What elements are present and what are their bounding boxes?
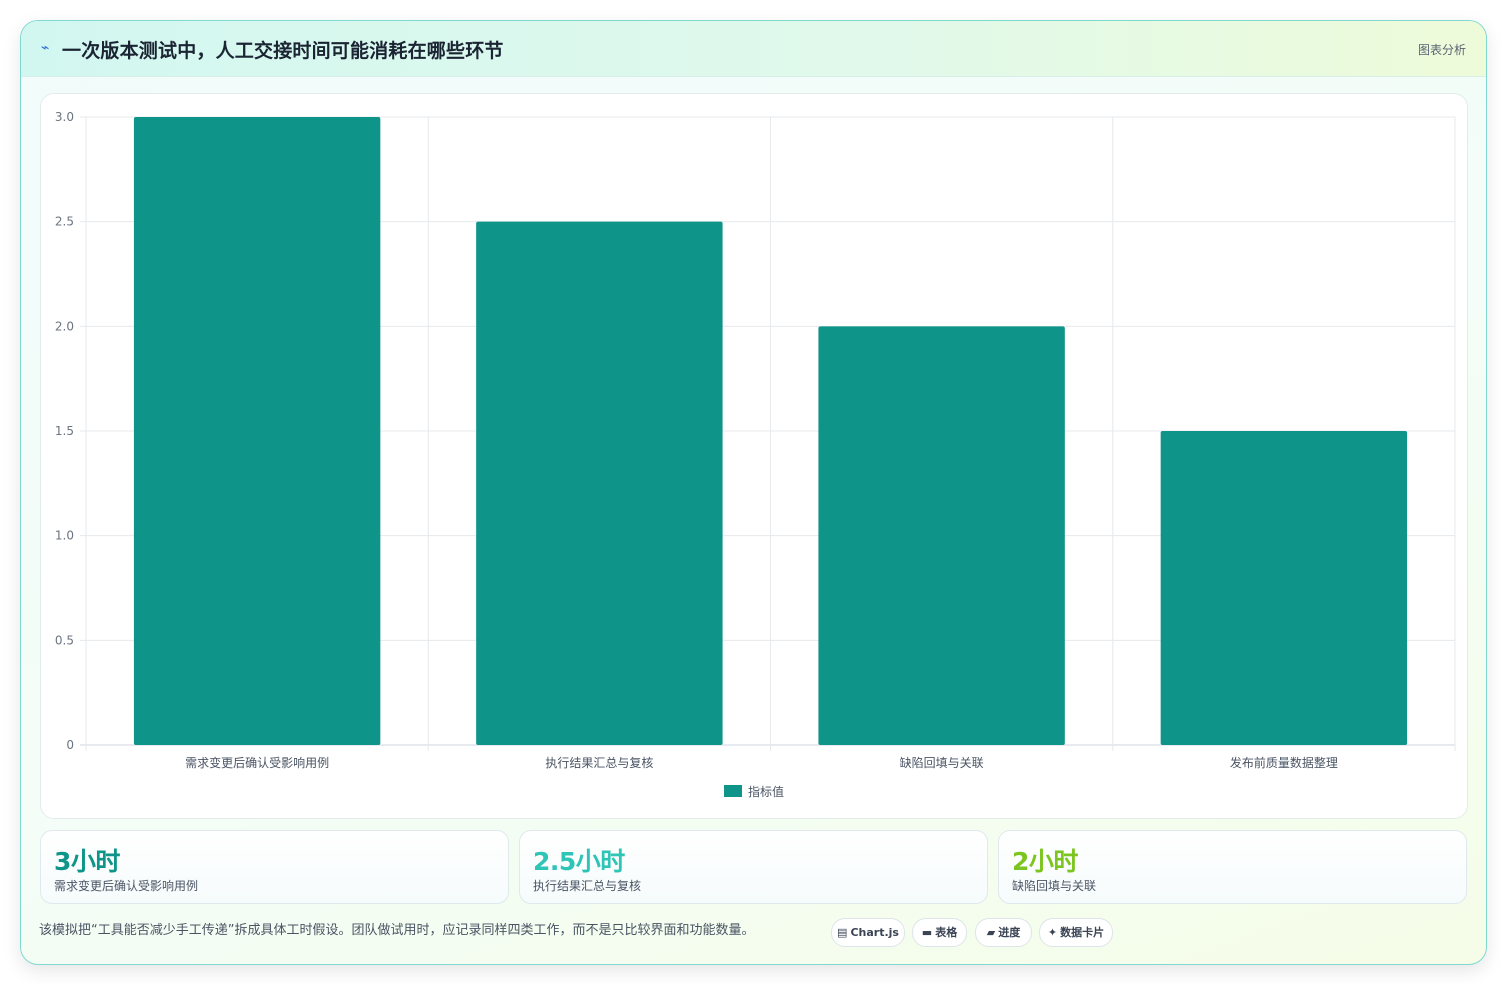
chart-title: 一次版本测试中，人工交接时间可能消耗在哪些环节 [62,40,504,62]
x-tick-label: 发布前质量数据整理 [1230,755,1338,770]
stat-value: 2小时 [1012,847,1078,876]
sparkle-icon: ✦ [1047,926,1058,939]
stat-label: 执行结果汇总与复核 [533,879,642,893]
y-tick-label: 2.5 [55,215,74,229]
chart-card: ⌁ 一次版本测试中，人工交接时间可能消耗在哪些环节 图表分析 0 0.5 1.0 1.… [20,20,1487,965]
data-card-pill[interactable]: ✦ 数据卡片 [1039,918,1113,947]
footer-note: 该模拟把“工具能否减少手工传递”拆成具体工时假设。团队做试用时，应记录同样四类工… [39,923,755,938]
stat-card-1: 3小时 需求变更后确认受影响用例 [40,830,509,904]
x-tick-label: 需求变更后确认受影响用例 [185,755,329,770]
chart-panel: 0 0.5 1.0 1.5 2.0 2.5 3.0 需求变更后确认受影响用例 执行结果汇总与复核… [40,93,1468,819]
legend-swatch [724,785,742,797]
progress-pill[interactable]: ▰ 进度 [975,918,1032,947]
stat-value: 3小时 [54,847,120,876]
legend-label: 指标值 [748,784,784,799]
lightning-icon: ⌁ [41,40,50,56]
y-tick-label: 1.0 [55,529,74,543]
stat-card-3: 2小时 缺陷回填与关联 [998,830,1467,904]
table-icon: ▬ [921,926,933,939]
pill-label: Chart.js [850,926,899,939]
y-tick-label: 3.0 [55,110,74,124]
chartjs-pill[interactable]: ▤ Chart.js [831,918,905,947]
bar [818,326,1065,745]
bar-chart: 0 0.5 1.0 1.5 2.0 2.5 3.0 需求变更后确认受影响用例 执行结果汇总与复核… [55,110,1456,799]
bar [1160,431,1408,745]
progress-icon: ▰ [986,926,996,939]
x-tick-label: 执行结果汇总与复核 [545,756,653,770]
bar [476,221,723,746]
table-pill[interactable]: ▬ 表格 [912,918,967,947]
pill-label: 数据卡片 [1060,926,1105,939]
pill-label: 表格 [935,926,958,939]
y-tick-label: 0 [66,738,74,752]
stat-card-2: 2.5小时 执行结果汇总与复核 [519,830,988,904]
stat-label: 缺陷回填与关联 [1012,879,1097,893]
chart-analysis-tag: 图表分析 [1417,43,1466,57]
card-header: ⌁ 一次版本测试中，人工交接时间可能消耗在哪些环节 图表分析 [21,21,1486,77]
bar [133,117,381,745]
pill-label: 进度 [998,926,1021,939]
y-tick-label: 0.5 [55,633,74,647]
stat-value: 2.5小时 [533,847,625,876]
y-tick-label: 1.5 [55,424,74,438]
chart-icon: ▤ [837,926,848,939]
stat-label: 需求变更后确认受影响用例 [54,879,199,893]
x-tick-label: 缺陷回填与关联 [900,755,984,770]
y-tick-label: 2.0 [55,319,74,333]
